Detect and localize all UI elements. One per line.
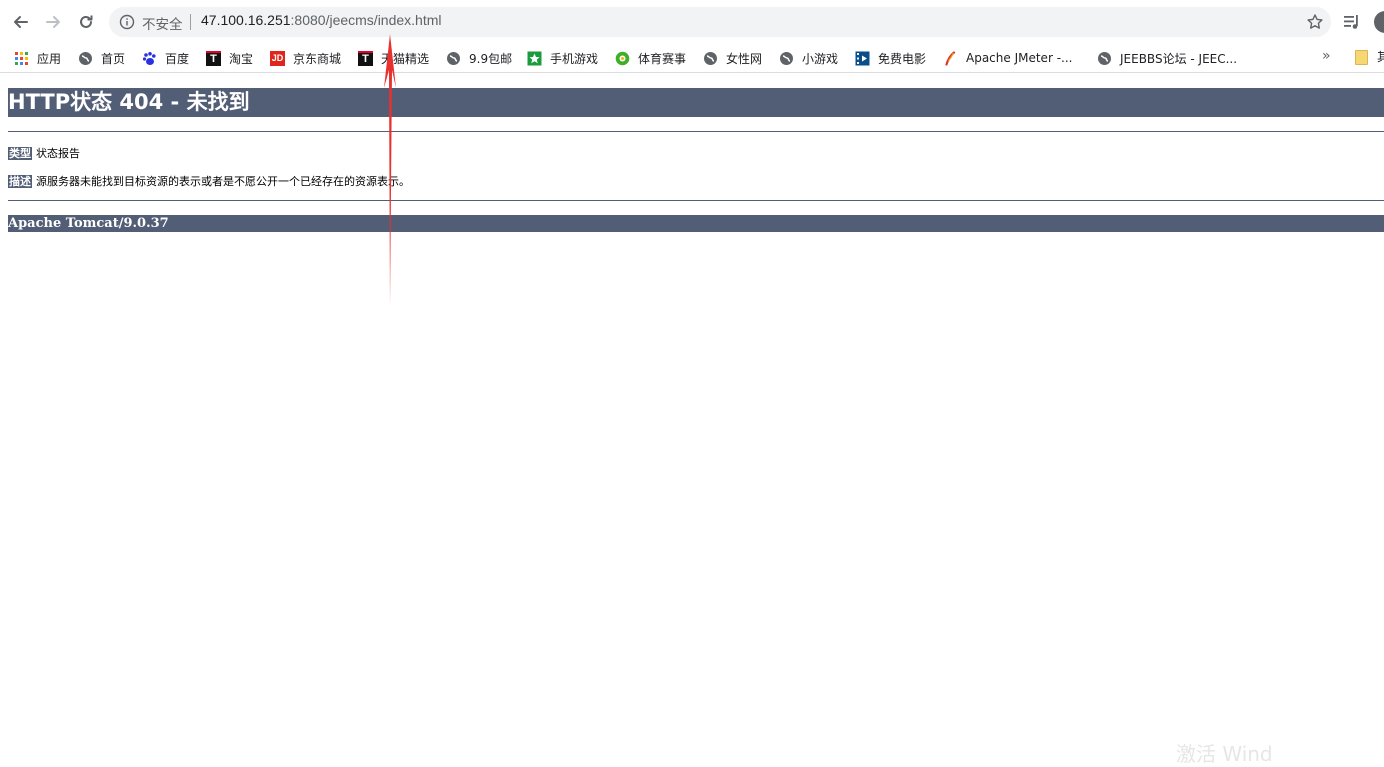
feather-icon — [943, 50, 958, 66]
forward-arrow-icon — [46, 16, 60, 28]
type-value: 状态报告 — [36, 147, 80, 160]
bookmark-label: 体育赛事 — [638, 51, 687, 66]
type-row: 类型 状态报告 — [8, 145, 80, 161]
security-status-label[interactable]: 不安全 — [142, 13, 183, 33]
browser-toolbar: 不安全 47.100.16.251:8080/jeecms/index.html — [0, 0, 1384, 44]
bookmark-label: 首页 — [101, 51, 126, 66]
media-control-icon[interactable] — [1343, 13, 1361, 31]
divider — [8, 131, 1384, 132]
bookmark-label: 小游戏 — [802, 51, 839, 66]
folder-icon[interactable] — [1355, 50, 1368, 65]
bookmark-baidu[interactable]: 百度 — [142, 47, 189, 69]
bookmarks-overflow-button[interactable]: » — [1322, 48, 1331, 64]
reload-button[interactable] — [73, 9, 99, 35]
bookmark-jeebbs[interactable]: JEEBBS论坛 - JEEC... — [1097, 47, 1237, 69]
bookmark-label: JEEBBS论坛 - JEEC... — [1120, 51, 1238, 66]
info-icon[interactable] — [119, 14, 135, 30]
address-bar[interactable]: 不安全 47.100.16.251:8080/jeecms/index.html — [109, 7, 1331, 37]
baidu-paw-icon — [142, 51, 157, 66]
globe-icon — [446, 51, 461, 66]
omnibox-divider — [190, 14, 191, 30]
forward-button[interactable] — [40, 9, 66, 35]
globe-icon — [779, 51, 794, 66]
sports-ball-icon — [615, 51, 630, 66]
bookmark-99[interactable]: 9.9包邮 — [446, 47, 512, 69]
annotation-arrow-icon — [384, 34, 396, 306]
bookmark-home[interactable]: 首页 — [78, 47, 125, 69]
game-icon — [527, 51, 542, 66]
bookmark-mini-games[interactable]: 小游戏 — [779, 47, 838, 69]
globe-icon — [1097, 51, 1112, 66]
divider — [8, 200, 1384, 201]
page-title: HTTP状态 404 - 未找到 — [8, 88, 1384, 117]
reload-icon — [80, 15, 93, 28]
tmall-icon: T — [358, 50, 373, 66]
bookmark-label: 京东商城 — [293, 51, 342, 66]
globe-icon — [78, 51, 93, 66]
other-bookmarks-label[interactable]: 其 — [1377, 48, 1384, 65]
bookmark-label: 9.9包邮 — [469, 51, 513, 66]
bookmarks-bar: 应用 首页 百度 T 淘宝 JD 京东商城 T 天猫精选 9.9包邮 手机游戏 … — [0, 44, 1384, 73]
bookmark-movies[interactable]: 免费电影 — [855, 47, 926, 69]
description-key: 描述 — [8, 174, 32, 188]
bookmark-label: 免费电影 — [878, 51, 927, 66]
film-icon — [855, 51, 870, 66]
type-key: 类型 — [8, 146, 32, 160]
tmall-icon: T — [206, 50, 221, 66]
bookmark-jmeter[interactable]: Apache JMeter -... — [943, 47, 1072, 69]
bookmark-label: Apache JMeter -... — [966, 51, 1073, 65]
bookmark-label: 应用 — [37, 51, 62, 66]
back-button[interactable] — [8, 9, 34, 35]
description-row: 描述 源服务器未能找到目标资源的表示或者是不愿公开一个已经存在的资源表示。 — [8, 173, 410, 189]
bookmark-jd[interactable]: JD 京东商城 — [270, 47, 341, 69]
bookmark-apps[interactable]: 应用 — [14, 47, 61, 69]
bookmark-label: 手机游戏 — [550, 51, 599, 66]
profile-avatar-icon[interactable] — [1374, 11, 1384, 33]
server-footer: Apache Tomcat/9.0.37 — [8, 215, 1384, 232]
globe-icon — [703, 51, 718, 66]
bookmark-mobile-games[interactable]: 手机游戏 — [527, 47, 598, 69]
bookmark-sports[interactable]: 体育赛事 — [615, 47, 686, 69]
jd-icon: JD — [270, 50, 285, 66]
back-arrow-icon — [14, 16, 28, 28]
bookmark-star-icon[interactable] — [1306, 13, 1324, 31]
url-text[interactable]: 47.100.16.251:8080/jeecms/index.html — [201, 12, 442, 28]
bookmark-label: 淘宝 — [229, 51, 254, 66]
url-host: 47.100.16.251 — [201, 12, 291, 28]
bookmark-taobao[interactable]: T 淘宝 — [206, 47, 253, 69]
bookmark-label: 百度 — [165, 51, 190, 66]
description-value: 源服务器未能找到目标资源的表示或者是不愿公开一个已经存在的资源表示。 — [36, 175, 410, 188]
apps-grid-icon — [14, 51, 29, 66]
bookmark-label: 女性网 — [726, 51, 763, 66]
windows-activation-watermark: 激活 Wind — [1176, 742, 1273, 766]
bookmark-women[interactable]: 女性网 — [703, 47, 762, 69]
url-path: :8080/jeecms/index.html — [290, 12, 442, 28]
